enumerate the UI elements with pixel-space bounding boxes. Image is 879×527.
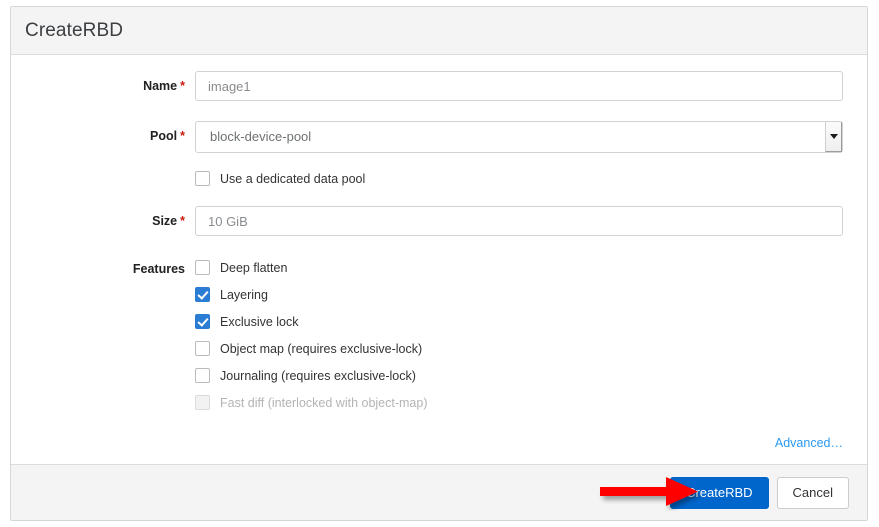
required-asterisk: *: [180, 79, 185, 93]
advanced-row: Advanced…: [775, 434, 843, 452]
modal-footer: CreateRBD Cancel: [11, 464, 867, 520]
form-row-pool: Pool * block-device-pool: [11, 121, 867, 153]
checkbox-object-map[interactable]: [195, 341, 210, 356]
page-title: CreateRBD: [25, 19, 124, 41]
checkbox-row-object-map[interactable]: Object map (requires exclusive-lock): [195, 335, 843, 362]
create-rbd-modal: CreateRBD Name* Pool* block-device-pool: [10, 6, 868, 521]
required-asterisk: *: [180, 129, 185, 143]
checkbox-row-fast-diff: Fast diff (interlocked with object-map): [195, 389, 843, 416]
form-row-name: Name *: [11, 71, 867, 101]
checkbox-exclusive-lock[interactable]: [195, 314, 210, 329]
checkbox-deep-flatten[interactable]: [195, 260, 210, 275]
label-pool: Pool *: [11, 121, 195, 151]
pool-select-value[interactable]: block-device-pool: [195, 121, 843, 153]
label-size-text: Size: [152, 214, 178, 228]
label-features-text: Features: [132, 262, 185, 276]
label-name-text: Name: [143, 79, 178, 93]
checkbox-label-layering: Layering: [220, 287, 268, 302]
submit-button[interactable]: CreateRBD: [670, 476, 769, 509]
label-name: Name *: [11, 71, 195, 101]
label-features: Features: [11, 254, 195, 284]
modal-header: CreateRBD: [11, 7, 867, 55]
form-row-size: Size *: [11, 206, 867, 236]
checkbox-row-layering[interactable]: Layering: [195, 281, 843, 308]
checkbox-row-exclusive-lock[interactable]: Exclusive lock: [195, 308, 843, 335]
modal-body: Name* Pool* block-device-pool: [11, 55, 867, 464]
checkbox-row-dedicated-pool[interactable]: Use a dedicated data pool: [195, 165, 843, 192]
cancel-button[interactable]: Cancel: [776, 476, 849, 509]
name-control-wrap: [195, 71, 867, 101]
required-asterisk: *: [180, 214, 185, 228]
label-size: Size *: [11, 206, 195, 236]
checkbox-label-dedicated-pool: Use a dedicated data pool: [220, 171, 366, 186]
caret-glyph: [829, 134, 838, 139]
dedicated-pool-wrap: Use a dedicated data pool: [195, 165, 867, 192]
checkbox-fast-diff: [195, 395, 210, 410]
pool-control-wrap: block-device-pool: [195, 121, 867, 153]
checkbox-label-deep-flatten: Deep flatten: [220, 260, 288, 275]
name-input[interactable]: [195, 71, 843, 101]
checkbox-layering[interactable]: [195, 287, 210, 302]
checkbox-label-journaling: Journaling (requires exclusive-lock): [220, 368, 416, 383]
features-wrap: Deep flatten Layering Exclusive lock Obj…: [195, 254, 867, 416]
checkbox-dedicated-pool[interactable]: [195, 171, 210, 186]
checkbox-journaling[interactable]: [195, 368, 210, 383]
form-row-dedicated-pool: Use a dedicated data pool: [11, 165, 867, 192]
chevron-down-icon[interactable]: [825, 122, 842, 152]
pool-select[interactable]: block-device-pool: [195, 121, 843, 153]
checkbox-row-deep-flatten[interactable]: Deep flatten: [195, 254, 843, 281]
label-pool-text: Pool: [150, 129, 178, 143]
checkbox-label-fast-diff: Fast diff (interlocked with object-map): [220, 395, 428, 410]
advanced-link[interactable]: Advanced…: [775, 436, 843, 450]
size-control-wrap: [195, 206, 867, 236]
checkbox-label-object-map: Object map (requires exclusive-lock): [220, 341, 423, 356]
form-row-features: Features Deep flatten Layering Exclusive…: [11, 254, 867, 416]
checkbox-label-exclusive-lock: Exclusive lock: [220, 314, 299, 329]
size-input[interactable]: [195, 206, 843, 236]
checkbox-row-journaling[interactable]: Journaling (requires exclusive-lock): [195, 362, 843, 389]
